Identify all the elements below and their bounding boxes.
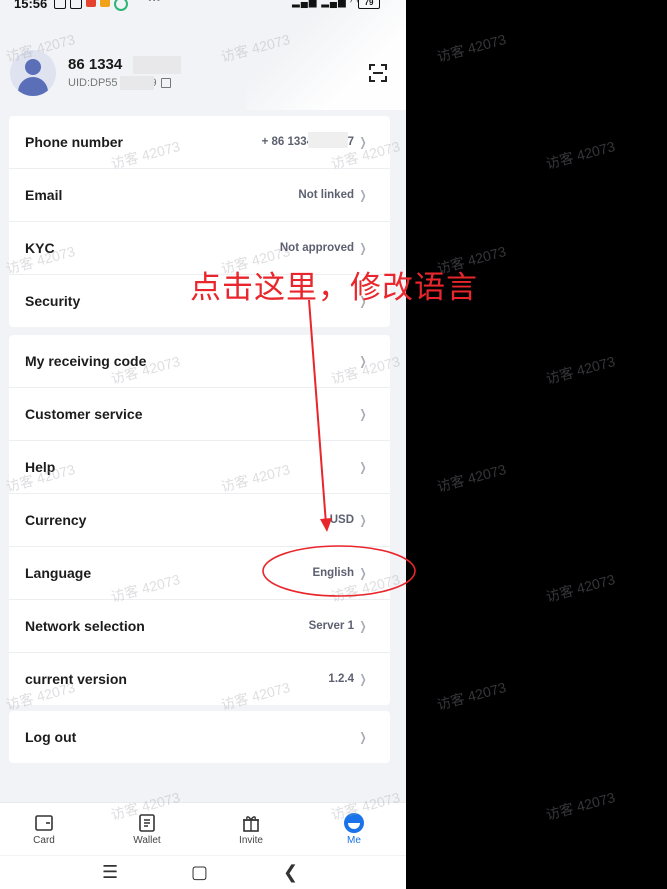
row-label: Language xyxy=(25,565,92,581)
chevron-right-icon: ❯ xyxy=(359,513,367,527)
chevron-right-icon: ❯ xyxy=(359,188,367,202)
battery-icon: 79 xyxy=(358,0,380,9)
logout-button[interactable]: Log out ❯ xyxy=(9,711,390,763)
chevron-right-icon: ❯ xyxy=(359,460,367,474)
row-value: English xyxy=(312,567,354,579)
row-label: Network selection xyxy=(25,618,145,634)
home-icon[interactable]: ▢ xyxy=(191,862,208,883)
nav-invite[interactable]: Invite xyxy=(221,813,281,846)
watermark: 访客 42073 xyxy=(435,31,508,65)
copy-icon[interactable] xyxy=(160,78,171,88)
gift-icon xyxy=(243,816,259,832)
chevron-right-icon: ❯ xyxy=(359,407,367,421)
row-label: Email xyxy=(25,187,63,203)
phone-screen: 15:56 ··· ▂▄▆ ▂▄▆ ◠ 79 86 1334 7 UID:DP5… xyxy=(0,0,406,889)
annotation-text: 点击这里，修改语言 xyxy=(190,270,478,306)
logout-card: Log out ❯ xyxy=(9,711,390,763)
nav-label: Me xyxy=(347,835,361,846)
chevron-right-icon: ❯ xyxy=(359,241,367,255)
row-value: Not linked xyxy=(298,189,354,201)
row-label: Security xyxy=(25,293,81,309)
card-icon xyxy=(35,815,53,831)
nav-label: Invite xyxy=(239,835,263,846)
row-label: Currency xyxy=(25,512,87,528)
avatar-body xyxy=(18,77,48,96)
app-notification-icon xyxy=(114,0,128,11)
row-value: Not approved xyxy=(279,242,354,254)
watermark: 访客 42073 xyxy=(544,789,617,823)
row-label: Customer service xyxy=(25,406,143,422)
status-bar: 15:56 ··· ▂▄▆ ▂▄▆ ◠ 79 xyxy=(0,0,406,12)
row-email[interactable]: Email Not linked ❯ xyxy=(9,169,390,222)
sim-icon xyxy=(70,0,82,9)
system-navigation-bar: ☰ ▢ ❮ xyxy=(0,856,406,889)
row-customer-service[interactable]: Customer service ❯ xyxy=(9,388,390,441)
masked-region xyxy=(308,132,348,148)
nav-label: Card xyxy=(33,835,55,846)
nav-label: Wallet xyxy=(133,835,161,846)
more-notifications-icon: ··· xyxy=(148,0,161,7)
status-time: 15:56 xyxy=(14,0,48,11)
watermark: 访客 42073 xyxy=(435,679,508,713)
watermark: 访客 42073 xyxy=(435,461,508,495)
row-value: Server 1 xyxy=(308,620,354,632)
scan-icon[interactable] xyxy=(369,64,387,82)
nfc-icon xyxy=(54,0,66,9)
settings-card: My receiving code ❯ Customer service ❯ H… xyxy=(9,335,390,705)
watermark: 访客 42073 xyxy=(544,138,617,172)
app-notification-icon xyxy=(100,0,110,7)
watermark: 访客 42073 xyxy=(544,353,617,387)
chevron-right-icon: ❯ xyxy=(359,619,367,633)
menu-icon[interactable]: ☰ xyxy=(102,862,118,883)
back-icon[interactable]: ❮ xyxy=(283,862,298,883)
masked-region xyxy=(133,56,181,74)
chevron-right-icon: ❯ xyxy=(359,672,367,686)
row-value: 1.2.4 xyxy=(328,673,354,685)
signal-icon: ▂▄▆ ▂▄▆ ◠ xyxy=(292,0,360,8)
nav-card[interactable]: Card xyxy=(14,813,74,846)
row-label: Log out xyxy=(25,729,77,745)
watermark: 访客 42073 xyxy=(544,571,617,605)
masked-region xyxy=(120,76,154,90)
row-network-selection[interactable]: Network selection Server 1 ❯ xyxy=(9,600,390,653)
notification-icons xyxy=(54,0,128,11)
row-currency[interactable]: Currency USD ❯ xyxy=(9,494,390,547)
row-label: Phone number xyxy=(25,134,124,150)
app-notification-icon xyxy=(86,0,96,7)
chevron-right-icon: ❯ xyxy=(359,730,367,744)
row-value: USD xyxy=(329,514,354,526)
